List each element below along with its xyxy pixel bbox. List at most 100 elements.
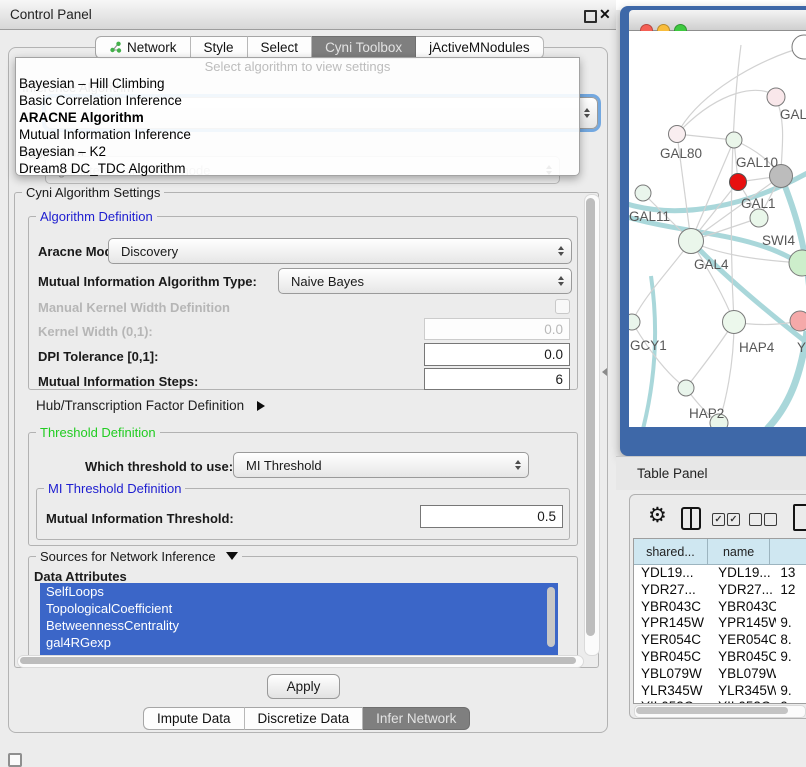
table-row: YPR145WYPR145W9. xyxy=(634,615,806,632)
dpi-tolerance-label: DPI Tolerance [0,1]: xyxy=(38,349,158,364)
hub-definition-expander[interactable]: Hub/Transcription Factor Definition xyxy=(36,398,265,413)
tab-network[interactable]: Network xyxy=(95,36,191,59)
tab-discretize-data[interactable]: Discretize Data xyxy=(245,707,364,730)
node-swi4[interactable] xyxy=(789,250,806,276)
svg-text:GAL1: GAL1 xyxy=(741,196,776,211)
mi-type-label: Mutual Information Algorithm Type: xyxy=(38,274,257,289)
network-view[interactable]: GAL GAL80 GAL10 GAL1 GAL11 SWI4 GAL4 GCY… xyxy=(629,31,806,427)
aracne-mode-combobox[interactable]: Discovery xyxy=(108,238,572,264)
dropdown-item[interactable]: Bayesian – K2 xyxy=(16,143,579,160)
deselect-all-icon[interactable] xyxy=(764,513,777,526)
network-window-titlebar[interactable] xyxy=(629,10,806,31)
manual-kernel-label: Manual Kernel Width Definition xyxy=(38,300,230,315)
table-row: YLR345WYLR345W9. xyxy=(634,683,806,700)
node-hap2[interactable] xyxy=(678,380,694,396)
table-panel-title: Table Panel xyxy=(637,466,708,481)
splitter-collapse-icon[interactable] xyxy=(602,368,607,376)
svg-text:GAL10: GAL10 xyxy=(736,155,778,170)
node-gal4[interactable] xyxy=(679,229,704,254)
dropdown-item[interactable]: Mutual Information Inference xyxy=(16,126,579,143)
manual-kernel-checkbox[interactable] xyxy=(555,299,570,314)
node-gal[interactable] xyxy=(767,88,785,106)
apply-button[interactable]: Apply xyxy=(267,674,340,699)
node-gcy1[interactable] xyxy=(629,314,640,330)
dock-panel-icon[interactable] xyxy=(8,753,22,767)
control-panel-title: Control Panel xyxy=(10,7,92,22)
kernel-width-field[interactable]: 0.0 xyxy=(424,318,570,340)
mi-threshold-label: Mutual Information Threshold: xyxy=(46,511,234,526)
dropdown-placeholder: Select algorithm to view settings xyxy=(16,59,579,75)
list-item[interactable]: gal4RGexp xyxy=(40,634,558,651)
node-table: shared... name YDL19...YDL19...13 YDR27.… xyxy=(633,538,806,704)
mi-steps-field[interactable]: 6 xyxy=(424,368,570,390)
column-header[interactable] xyxy=(770,539,806,565)
deselect-all-icon[interactable] xyxy=(749,513,762,526)
tab-infer-network[interactable]: Infer Network xyxy=(363,707,470,730)
svg-text:Y: Y xyxy=(797,340,806,355)
columns-icon[interactable] xyxy=(681,507,701,530)
dropdown-item[interactable]: Bayesian – Hill Climbing xyxy=(16,75,579,92)
node-gal1-selected[interactable] xyxy=(730,174,747,191)
algorithm-dropdown-popup: Select algorithm to view settings Bayesi… xyxy=(15,57,580,176)
dropdown-item[interactable]: Basic Correlation Inference xyxy=(16,92,579,109)
column-header-name[interactable]: name xyxy=(708,539,771,565)
node[interactable] xyxy=(750,209,768,227)
dpi-tolerance-field[interactable]: 0.0 xyxy=(424,343,570,366)
column-header-shared-name[interactable]: shared... xyxy=(634,539,708,565)
dropdown-item[interactable]: Dream8 DC_TDC Algorithm xyxy=(16,160,579,177)
tab-select[interactable]: Select xyxy=(248,36,313,59)
node-hap4[interactable] xyxy=(723,311,746,334)
list-item[interactable]: BetweennessCentrality xyxy=(40,617,558,634)
dropdown-item-aracne[interactable]: ARACNE Algorithm xyxy=(16,109,579,126)
gear-icon[interactable]: ⚙ xyxy=(648,503,667,528)
control-panel-tabs: Network Style Select Cyni Toolbox jActiv… xyxy=(95,36,544,59)
expand-right-icon xyxy=(257,401,265,411)
mi-threshold-legend: MI Threshold Definition xyxy=(44,481,185,496)
network-node-labels: GAL GAL80 GAL10 GAL1 GAL11 SWI4 GAL4 GCY… xyxy=(629,107,806,421)
table-row: YBR045CYBR045C9. xyxy=(634,649,806,666)
new-table-icon[interactable] xyxy=(793,504,806,531)
list-item[interactable]: TopologicalCoefficient xyxy=(40,600,558,617)
network-icon xyxy=(109,41,122,54)
tab-impute-data[interactable]: Impute Data xyxy=(143,707,245,730)
which-threshold-combobox[interactable]: MI Threshold xyxy=(233,452,529,478)
svg-text:HAP2: HAP2 xyxy=(689,406,724,421)
table-panel-titlebar: Table Panel xyxy=(616,456,806,490)
table-row: YBL079WYBL079W xyxy=(634,666,806,683)
network-nodes xyxy=(629,35,806,427)
which-threshold-label: Which threshold to use: xyxy=(85,459,233,474)
node-gal11[interactable] xyxy=(635,185,651,201)
node[interactable] xyxy=(792,35,806,59)
combo-stepper-icon xyxy=(558,246,564,256)
list-scrollbar-thumb[interactable] xyxy=(547,587,555,647)
table-header-row: shared... name xyxy=(634,539,806,565)
mi-threshold-field[interactable]: 0.5 xyxy=(420,505,563,528)
kernel-width-label: Kernel Width (0,1): xyxy=(38,324,153,339)
tab-cyni-toolbox[interactable]: Cyni Toolbox xyxy=(312,36,416,59)
float-window-icon[interactable] xyxy=(584,10,597,23)
tab-style[interactable]: Style xyxy=(191,36,248,59)
node-pink[interactable] xyxy=(790,311,806,331)
table-hscrollbar-thumb[interactable] xyxy=(636,707,788,714)
table-row: YIL052CYIL052C9 xyxy=(634,699,806,704)
settings-vscrollbar-thumb[interactable] xyxy=(586,198,595,636)
svg-text:GAL80: GAL80 xyxy=(660,146,702,161)
select-all-check-icon[interactable]: ✓ xyxy=(712,513,725,526)
select-all-check-icon[interactable]: ✓ xyxy=(727,513,740,526)
table-row: YDR27...YDR27...12 xyxy=(634,582,806,599)
threshold-definition-legend: Threshold Definition xyxy=(36,425,160,440)
mi-type-combobox[interactable]: Naive Bayes xyxy=(278,268,572,294)
svg-text:HAP4: HAP4 xyxy=(739,340,775,355)
svg-text:SWI4: SWI4 xyxy=(762,233,795,248)
mi-steps-label: Mutual Information Steps: xyxy=(38,374,198,389)
table-row: YBR043CYBR043C xyxy=(634,599,806,616)
tab-jactivemnodules[interactable]: jActiveMNodules xyxy=(416,36,544,59)
node-gal10[interactable] xyxy=(726,132,742,148)
table-row: YER054CYER054C8. xyxy=(634,632,806,649)
list-item[interactable]: SelfLoops xyxy=(40,583,558,600)
table-row: YDL19...YDL19...13 xyxy=(634,565,806,582)
node-gal80[interactable] xyxy=(669,126,686,143)
close-icon[interactable]: ✕ xyxy=(599,6,611,23)
settings-hscrollbar-thumb[interactable] xyxy=(20,657,576,664)
sources-legend[interactable]: Sources for Network Inference xyxy=(36,549,242,564)
